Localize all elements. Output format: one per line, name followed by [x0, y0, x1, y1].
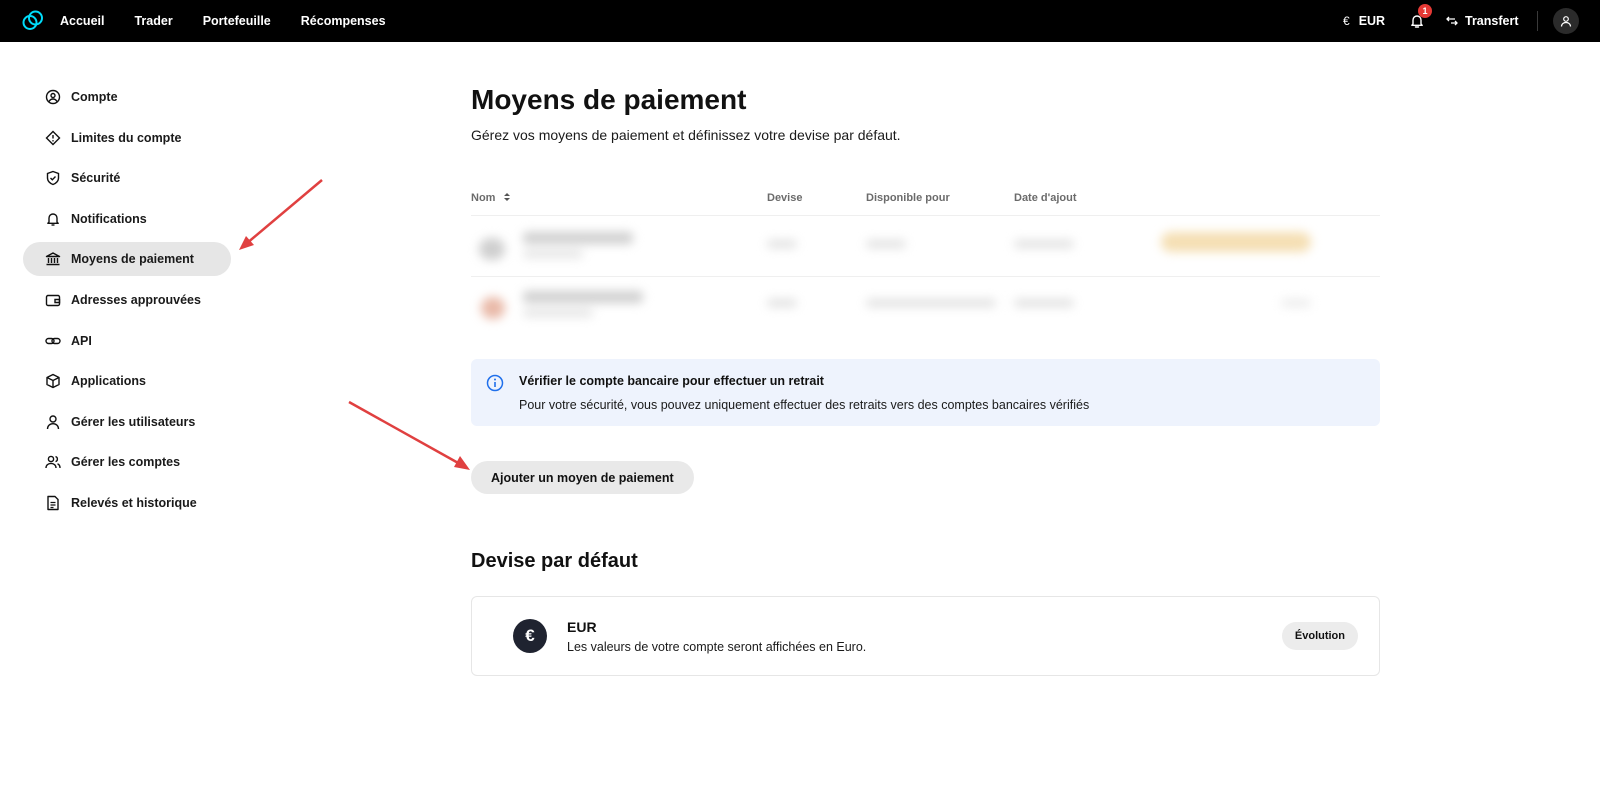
notification-badge: 1	[1418, 4, 1432, 18]
annotation-arrow-button	[348, 400, 470, 470]
shield-check-icon	[46, 170, 60, 186]
cube-icon	[46, 373, 60, 389]
sidebar-item-notifications[interactable]: Notifications	[23, 202, 233, 236]
bell-icon	[47, 213, 59, 226]
page-subtitle: Gérez vos moyens de paiement et définiss…	[471, 127, 901, 143]
sidebar-item-label: API	[71, 333, 92, 348]
nav-recompenses[interactable]: Récompenses	[301, 14, 386, 28]
column-header-devise: Devise	[767, 192, 803, 204]
nav-accueil[interactable]: Accueil	[60, 14, 104, 28]
bank-icon	[45, 252, 61, 266]
sidebar-item-label: Sécurité	[71, 171, 121, 186]
sidebar-item-label: Compte	[71, 90, 118, 104]
sidebar-item-label: Gérer les comptes	[71, 455, 181, 470]
users-icon	[45, 456, 61, 469]
diamond-alert-icon	[45, 130, 61, 146]
transfer-arrows-icon	[1446, 16, 1458, 26]
link-icon	[45, 337, 61, 344]
user-icon	[1560, 16, 1572, 27]
user-icon	[46, 415, 60, 429]
sidebar-item-label: Gérer les utilisateurs	[71, 414, 196, 429]
sidebar-item-limites[interactable]: Limites du compte	[23, 121, 233, 155]
sidebar-item-label: Applications	[71, 374, 147, 389]
top-bar: Accueil Trader Portefeuille Récompenses …	[0, 0, 1600, 42]
payment-methods-table-header: Nom Devise Disponible pour Date d'ajout	[471, 190, 1380, 216]
euro-icon: €	[513, 619, 547, 653]
sidebar-item-label: Adresses approuvées	[71, 292, 201, 307]
sidebar-item-compte[interactable]: Compte	[23, 80, 233, 114]
profile-avatar[interactable]	[1553, 8, 1579, 34]
sidebar-item-releves[interactable]: Relevés et historique	[23, 486, 233, 520]
table-row-redacted[interactable]	[471, 277, 1380, 335]
sidebar-item-gerer-comptes[interactable]: Gérer les comptes	[23, 445, 233, 479]
transfer-button[interactable]: Transfert	[1446, 0, 1519, 42]
change-currency-button[interactable]: Évolution	[1281, 622, 1358, 650]
document-icon	[47, 495, 59, 511]
sidebar-item-label: Limites du compte	[71, 130, 182, 145]
default-currency-card: € EUR Les valeurs de votre compte seront…	[471, 596, 1380, 676]
table-row-redacted[interactable]	[471, 216, 1380, 274]
column-header-label: Nom	[471, 192, 496, 204]
sidebar-item-securite[interactable]: Sécurité	[23, 161, 233, 195]
currency-code: EUR	[567, 619, 597, 635]
default-currency-title: Devise par défaut	[471, 550, 638, 572]
sidebar-item-label: Notifications	[71, 211, 147, 226]
sidebar-item-label: Relevés et historique	[71, 495, 197, 510]
column-header-date: Date d'ajout	[1014, 192, 1077, 204]
euro-icon: €	[1343, 14, 1350, 28]
currency-selector[interactable]: € EUR	[1343, 0, 1385, 42]
page-title: Moyens de paiement	[471, 84, 747, 115]
transfer-label: Transfert	[1465, 14, 1519, 28]
add-payment-method-button[interactable]: Ajouter un moyen de paiement	[471, 461, 694, 494]
sort-icon	[503, 193, 510, 201]
topbar-divider	[1537, 11, 1538, 31]
sidebar-item-adresses[interactable]: Adresses approuvées	[23, 283, 233, 317]
user-circle-icon	[45, 89, 61, 105]
settings-sidebar: Compte Limites du compte Sécurité Notifi…	[23, 80, 233, 527]
nav-trader[interactable]: Trader	[134, 14, 172, 28]
nav-portefeuille[interactable]: Portefeuille	[203, 14, 271, 28]
sidebar-item-moyens-de-paiement[interactable]: Moyens de paiement	[23, 242, 231, 277]
sidebar-item-api[interactable]: API	[23, 324, 233, 358]
currency-description: Les valeurs de votre compte seront affic…	[567, 640, 867, 654]
gemini-logo-icon[interactable]	[22, 10, 44, 32]
column-header-nom[interactable]: Nom	[471, 192, 511, 204]
sidebar-item-gerer-utilisateurs[interactable]: Gérer les utilisateurs	[23, 405, 233, 439]
main-nav: Accueil Trader Portefeuille Récompenses	[60, 0, 416, 42]
annotation-arrow-sidebar	[239, 179, 323, 250]
wallet-icon	[45, 294, 61, 307]
sidebar-item-applications[interactable]: Applications	[23, 364, 233, 398]
info-banner: Vérifier le compte bancaire pour effectu…	[471, 359, 1380, 426]
sidebar-item-label: Moyens de paiement	[71, 252, 194, 267]
currency-label: EUR	[1358, 14, 1386, 28]
column-header-disponible: Disponible pour	[866, 192, 950, 204]
info-icon	[486, 374, 504, 392]
info-title: Vérifier le compte bancaire pour effectu…	[519, 374, 824, 388]
info-text: Pour votre sécurité, vous pouvez uniquem…	[519, 398, 1090, 412]
